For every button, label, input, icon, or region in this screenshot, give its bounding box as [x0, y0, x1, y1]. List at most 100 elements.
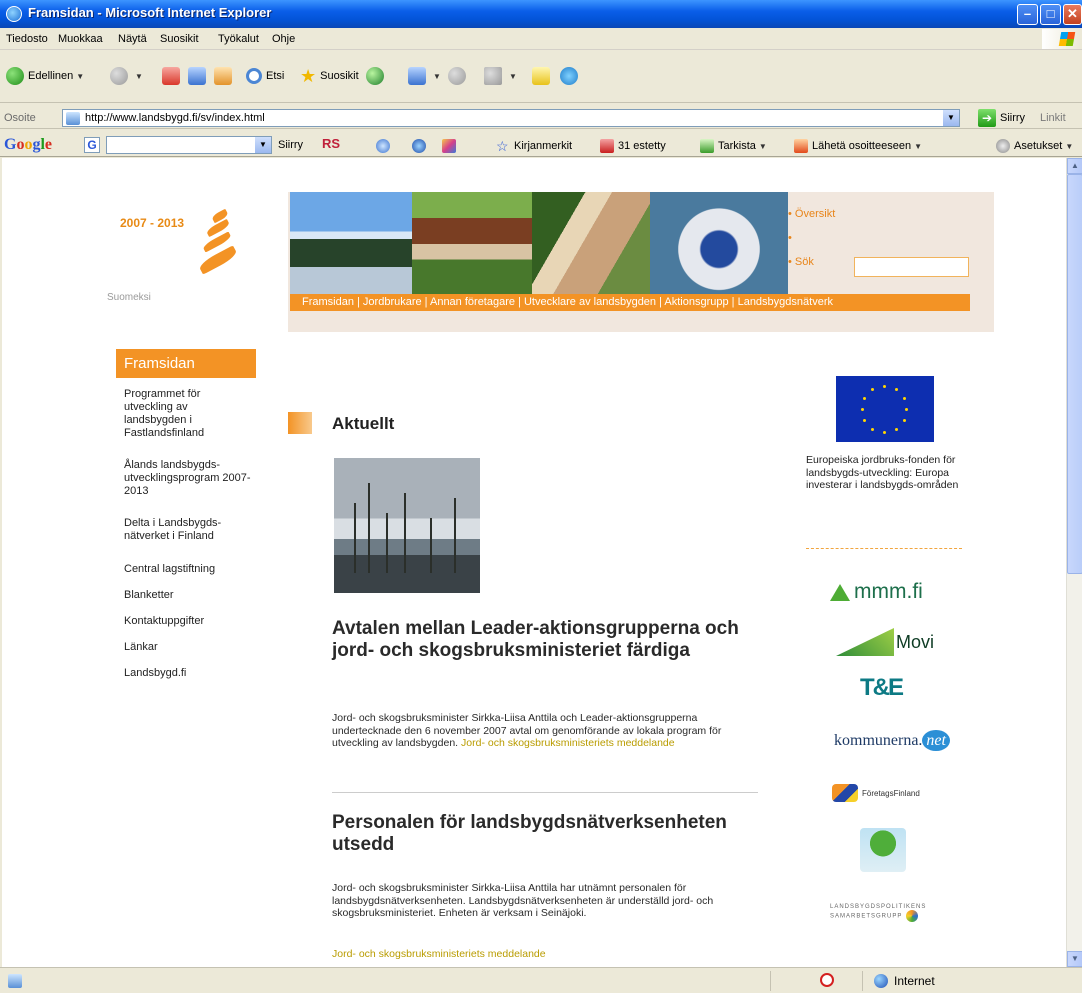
go-arrow-icon[interactable]: ➔: [978, 109, 996, 127]
menu-favorites[interactable]: Suosikit: [160, 33, 199, 45]
maximize-button[interactable]: □: [1040, 4, 1061, 25]
side-nav-item[interactable]: Landsbygd.fi: [124, 667, 252, 680]
vertical-scrollbar[interactable]: ▲ ▼: [1066, 158, 1082, 967]
nav-sok[interactable]: • Sök: [788, 256, 814, 268]
status-bar: Internet: [0, 967, 1082, 993]
bookmarks-button[interactable]: ☆ Kirjanmerkit: [496, 139, 572, 153]
side-nav-item[interactable]: Programmet för utveckling av landsbygden…: [124, 388, 252, 440]
google-menu-button[interactable]: G: [84, 137, 100, 153]
forward-dropdown-icon[interactable]: ▼: [135, 72, 143, 81]
address-input[interactable]: http://www.landsbygd.fi/sv/index.html ▼: [62, 109, 960, 127]
ie-logo-icon: [6, 6, 22, 22]
messenger-button[interactable]: [560, 64, 582, 88]
side-nav-item[interactable]: Länkar: [124, 641, 252, 654]
refresh-icon: [188, 67, 206, 85]
page-icon: [8, 974, 22, 988]
fern-logo[interactable]: [197, 202, 242, 276]
menu-help[interactable]: Ohje: [272, 33, 295, 45]
side-nav-item[interactable]: Delta i Landsbygds-nätverket i Finland: [124, 517, 252, 543]
send-to-button[interactable]: Lähetä osoitteeseen ▼: [794, 139, 922, 153]
history-button[interactable]: [366, 64, 388, 88]
tree-logo[interactable]: [860, 828, 906, 872]
mail-button[interactable]: ▼: [408, 64, 441, 88]
popup-blocker-button[interactable]: 31 estetty: [600, 139, 666, 153]
history-icon: [366, 67, 384, 85]
banner-photo-carpenter: [532, 192, 650, 296]
main-content: Aktuellt Avtalen mellan Leader-aktionsgr…: [288, 358, 770, 967]
popup-blocked-icon[interactable]: [820, 973, 834, 987]
google-search-input[interactable]: ▼: [106, 136, 272, 154]
refresh-button[interactable]: [188, 64, 210, 88]
side-nav: Framsidan Programmet för utveckling av l…: [116, 349, 256, 679]
address-dropdown-icon[interactable]: ▼: [943, 110, 959, 126]
right-column: Europeiska jordbruks-fonden för landsbyg…: [798, 358, 970, 938]
side-nav-item[interactable]: Kontaktuppgifter: [124, 615, 252, 628]
scroll-down-icon[interactable]: ▼: [1067, 951, 1082, 967]
banner-photo-lake: [290, 192, 412, 296]
site-search-input[interactable]: [854, 257, 969, 277]
article-body: Jord- och skogsbruksminister Sirkka-Liis…: [332, 712, 722, 749]
menu-tools[interactable]: Työkalut: [218, 33, 259, 45]
article-title[interactable]: Personalen för landsbygdsnätverksenheten…: [332, 812, 752, 856]
favorites-label: Suosikit: [320, 70, 359, 82]
spellcheck-button[interactable]: Tarkista ▼: [700, 139, 767, 153]
landsbygdspolitikens-logo[interactable]: LANDSBYGDSPOLITIKENS SAMARBETSGRUPP: [830, 904, 970, 922]
back-button[interactable]: Edellinen ▼: [6, 64, 84, 88]
te-logo[interactable]: T&E: [860, 674, 904, 702]
home-button[interactable]: [214, 64, 236, 88]
minimize-button[interactable]: –: [1017, 4, 1038, 25]
kommunerna-logo[interactable]: kommunerna. net: [834, 730, 950, 751]
stop-button[interactable]: [162, 64, 184, 88]
article-title[interactable]: Avtalen mellan Leader-aktionsgrupperna o…: [332, 618, 752, 662]
article-link[interactable]: Jord- och skogsbruksministeriets meddela…: [461, 737, 675, 749]
menu-edit[interactable]: Muokkaa: [58, 33, 103, 45]
eu-flag[interactable]: [836, 376, 934, 442]
scroll-thumb[interactable]: [1067, 174, 1082, 574]
banner-photo-cows: [412, 192, 532, 296]
menu-view[interactable]: Näytä: [118, 33, 147, 45]
standard-toolbar: Edellinen ▼ ▼ Etsi ★ Suosikit ▼ ▼: [0, 51, 1082, 103]
google-logo: Google: [4, 136, 53, 153]
search-button[interactable]: Etsi: [246, 64, 284, 88]
go-button[interactable]: Siirry: [1000, 112, 1025, 124]
edit-button[interactable]: ▼: [484, 64, 517, 88]
rs-button[interactable]: RS: [322, 136, 340, 151]
mail-icon: [408, 67, 426, 85]
nav-blank[interactable]: •: [788, 232, 792, 244]
close-button[interactable]: ✕: [1063, 4, 1082, 25]
movi-logo[interactable]: Movi: [836, 626, 946, 658]
language-link[interactable]: Suomeksi: [107, 292, 151, 303]
news-button[interactable]: [412, 139, 430, 153]
side-nav-item[interactable]: Ålands landsbygds-utvecklingsprogram 200…: [124, 459, 252, 498]
discuss-button[interactable]: [532, 64, 554, 88]
links-button[interactable]: Linkit: [1040, 112, 1066, 124]
back-arrow-icon: [6, 67, 24, 85]
page-rank-button[interactable]: [376, 139, 394, 153]
back-label: Edellinen: [28, 70, 74, 82]
article-link[interactable]: Jord- och skogsbruksministeriets meddela…: [332, 948, 752, 961]
main-nav[interactable]: Framsidan | Jordbrukare | Annan företaga…: [290, 294, 970, 311]
section-heading: Aktuellt: [332, 414, 395, 433]
nav-oversikt[interactable]: • Översikt: [788, 208, 835, 220]
back-dropdown-icon[interactable]: ▼: [76, 72, 84, 81]
side-nav-item[interactable]: Central lagstiftning: [124, 563, 252, 576]
forward-arrow-icon: [110, 67, 128, 85]
reeds-photo: [334, 458, 480, 593]
scroll-up-icon[interactable]: ▲: [1067, 158, 1082, 174]
side-nav-head[interactable]: Framsidan: [116, 349, 256, 378]
favorites-button[interactable]: ★ Suosikit: [300, 64, 359, 88]
settings-button[interactable]: Asetukset ▼: [996, 139, 1073, 153]
side-nav-item[interactable]: Blanketter: [124, 589, 252, 602]
print-button[interactable]: [448, 64, 470, 88]
foretagsfinland-logo[interactable]: FöretagsFinland: [832, 784, 920, 802]
mmm-logo[interactable]: mmm.fi: [830, 580, 923, 604]
search-label: Etsi: [266, 70, 285, 82]
forward-button[interactable]: ▼: [110, 64, 143, 88]
menu-file[interactable]: Tiedosto: [6, 33, 48, 45]
google-dropdown-icon[interactable]: ▼: [255, 137, 271, 153]
google-go-button[interactable]: Siirry: [278, 139, 303, 151]
article-body: Jord- och skogsbruksminister Sirkka-Liis…: [332, 882, 714, 919]
autolink-button[interactable]: [442, 139, 460, 153]
period-label: 2007 - 2013: [120, 216, 185, 230]
address-label: Osoite: [4, 112, 36, 124]
